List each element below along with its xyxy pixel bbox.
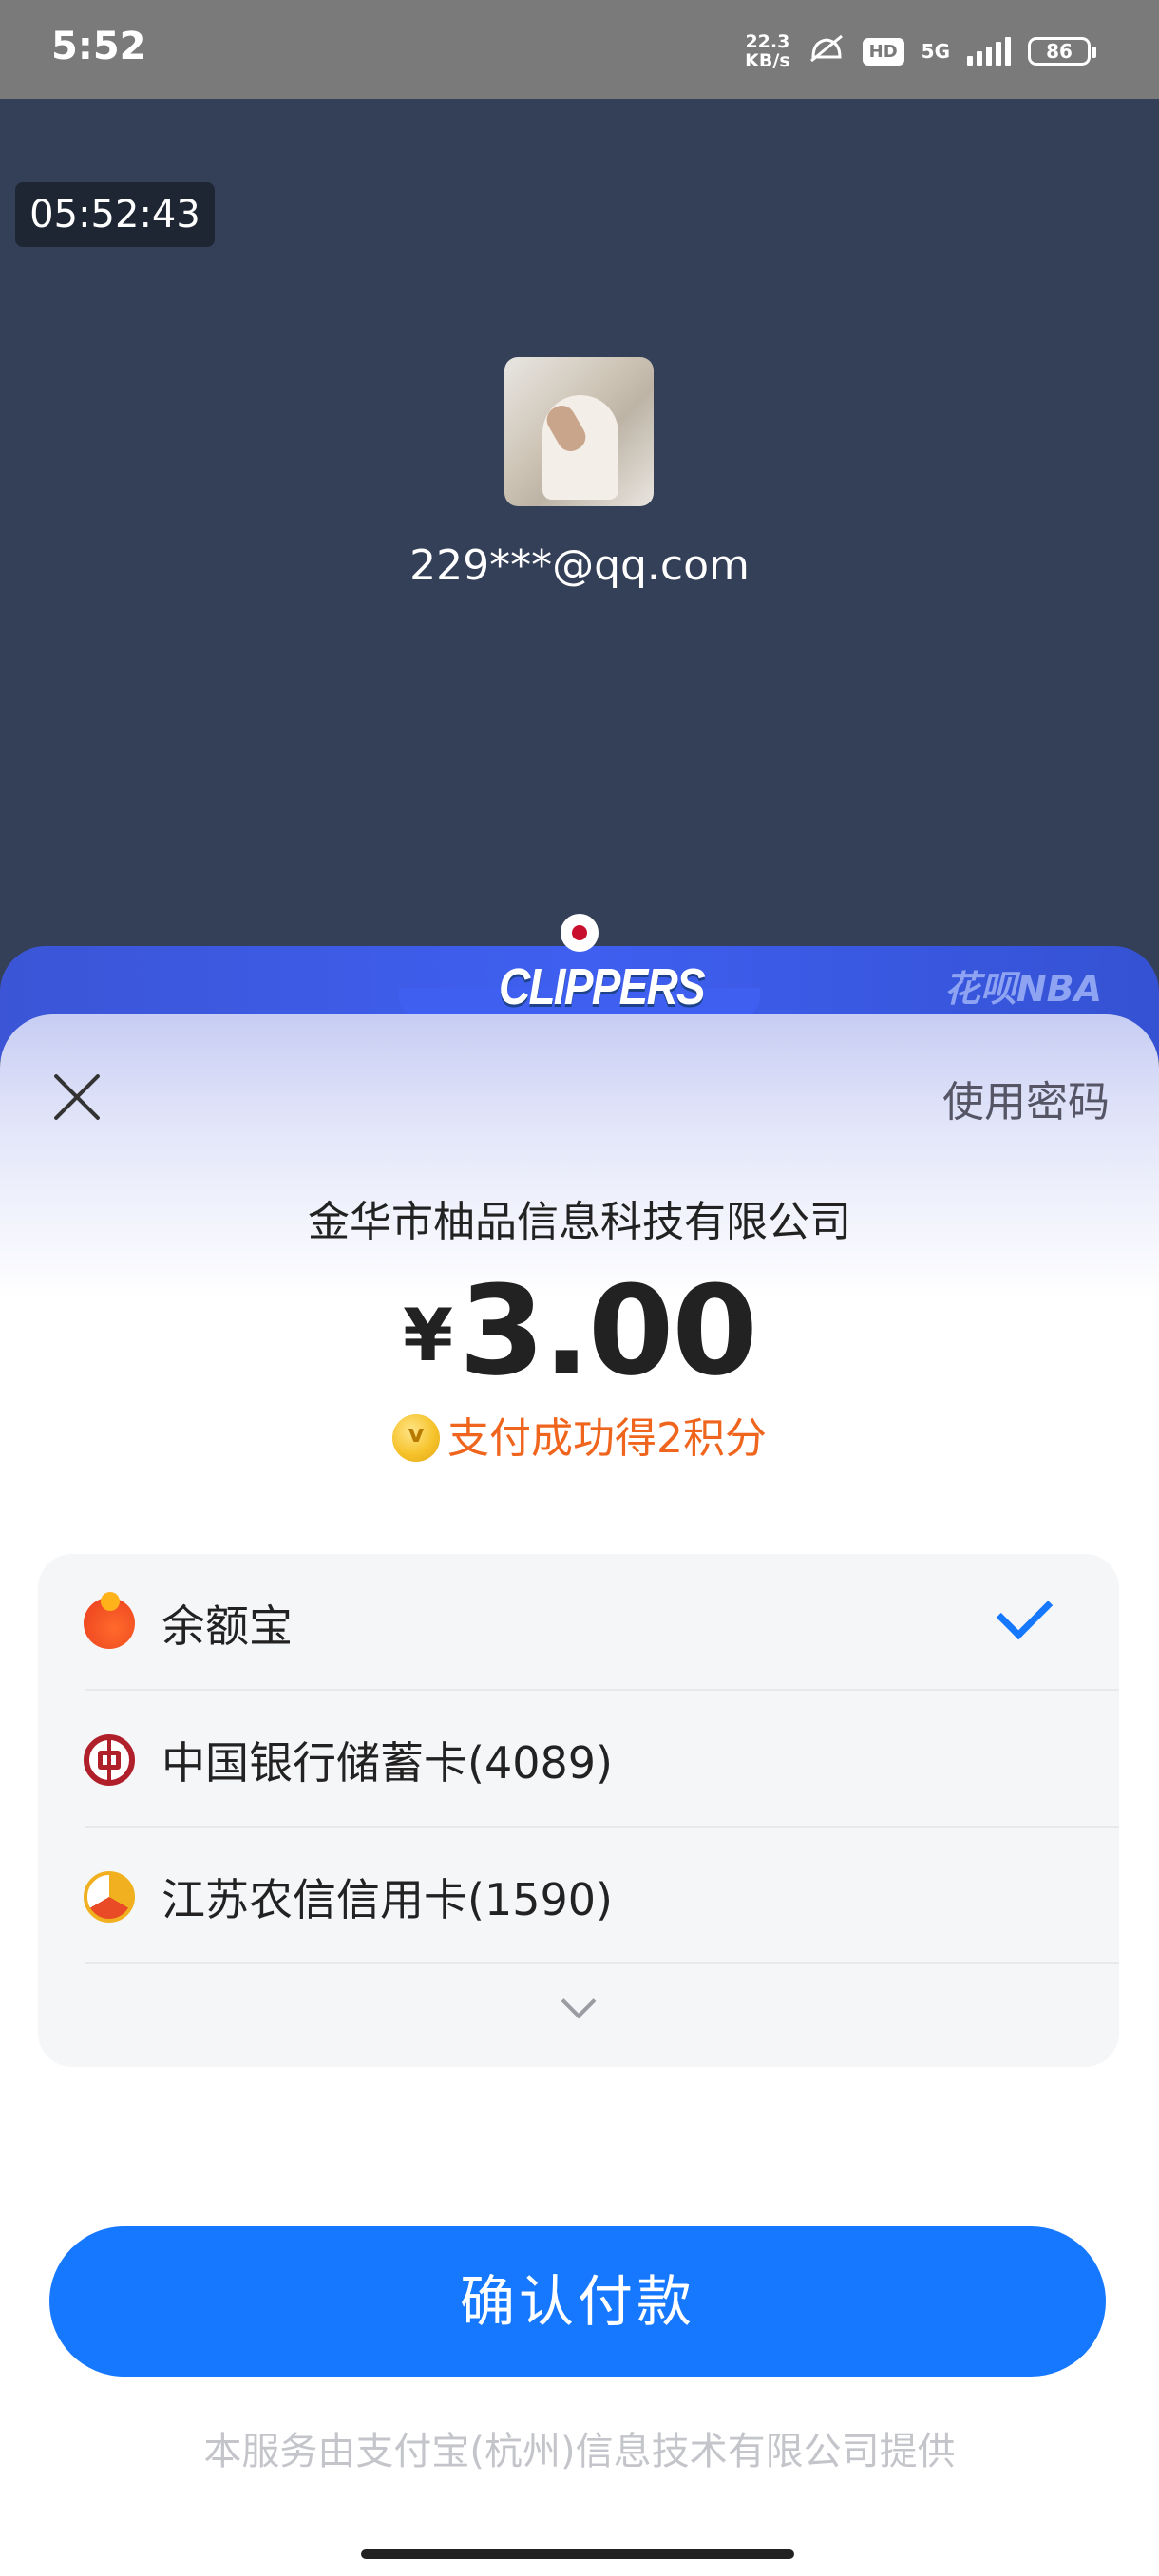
- bank-of-china-icon: [84, 1734, 135, 1786]
- network-speed-value: 22.3: [745, 31, 790, 52]
- payment-method-yuebao[interactable]: 余额宝: [84, 1554, 1119, 1691]
- payment-method-jiangsu[interactable]: 江苏农信信用卡(1590): [84, 1828, 1119, 1964]
- amount-value: 3.00: [459, 1259, 758, 1403]
- payment-amount: ¥3.00: [0, 1259, 1159, 1403]
- merchant-name: 金华市柚品信息科技有限公司: [308, 1198, 851, 1246]
- alarm-off-icon: [808, 32, 846, 70]
- service-provider-note: 本服务由支付宝(杭州)信息技术有限公司提供: [203, 2430, 956, 2473]
- yuebao-icon: [84, 1592, 135, 1649]
- huabei-nba-label: 花呗NBA: [943, 968, 1102, 1010]
- recording-timer: 05:52:43: [15, 182, 215, 247]
- network-speed: 22.3 KB/s: [745, 32, 789, 70]
- payee-avatar: [504, 357, 654, 506]
- jiangsu-rural-credit-icon: [84, 1871, 135, 1923]
- status-icons: 22.3 KB/s HD 5G 86: [745, 28, 1096, 74]
- basketball-icon: [560, 914, 598, 952]
- payment-method-label: 中国银行储蓄卡(4089): [162, 1737, 613, 1789]
- signal-icon: [967, 37, 1011, 66]
- hd-icon: HD: [862, 37, 904, 66]
- confirm-payment-button[interactable]: 确认付款: [49, 2226, 1106, 2377]
- home-indicator[interactable]: [361, 2549, 794, 2559]
- reward-text: 支付成功得2积分: [447, 1414, 767, 1463]
- payment-method-label: 余额宝: [162, 1601, 293, 1652]
- reward-points: 支付成功得2积分: [0, 1404, 1159, 1465]
- battery-icon: 86: [1028, 37, 1096, 66]
- status-bar: 5:52 22.3 KB/s HD 5G 86: [0, 0, 1159, 99]
- status-time: 5:52: [51, 25, 146, 68]
- network-type: 5G: [921, 40, 950, 63]
- clippers-logo-text: CLIPPERS: [499, 958, 706, 1015]
- close-button[interactable]: [49, 1070, 104, 1125]
- clippers-logo: CLIPPERS: [484, 912, 706, 1026]
- currency-symbol: ¥: [403, 1293, 454, 1377]
- selected-check-icon: [996, 1582, 1054, 1640]
- payment-method-label: 江苏农信信用卡(1590): [162, 1874, 613, 1925]
- payment-method-boc[interactable]: 中国银行储蓄卡(4089): [84, 1691, 1119, 1828]
- network-speed-unit: KB/s: [745, 50, 790, 71]
- payee-account: 229***@qq.com: [409, 541, 750, 590]
- use-password-link[interactable]: 使用密码: [942, 1068, 1110, 1128]
- points-coin-icon: [392, 1414, 440, 1462]
